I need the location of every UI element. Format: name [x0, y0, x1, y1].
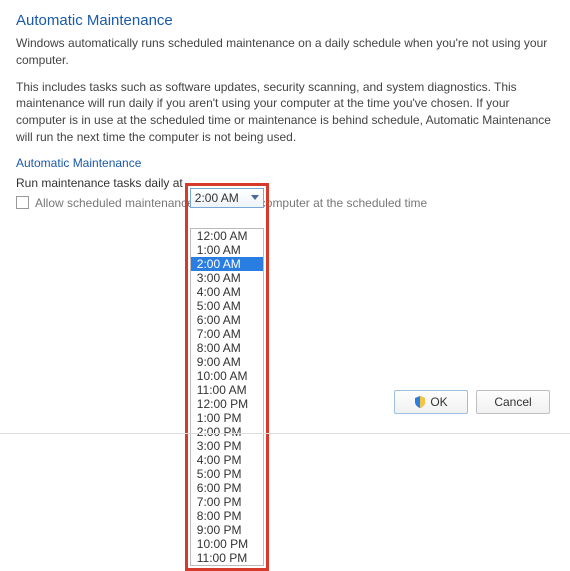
time-option[interactable]: 12:00 PM — [191, 397, 263, 411]
time-combobox-display[interactable]: 2:00 AM — [190, 188, 264, 208]
shield-icon — [414, 396, 426, 408]
time-option[interactable]: 2:00 PM — [191, 425, 263, 439]
wake-checkbox-row: Allow scheduled maintenance computer at … — [16, 196, 554, 210]
time-option[interactable]: 6:00 PM — [191, 481, 263, 495]
time-option[interactable]: 9:00 AM — [191, 355, 263, 369]
time-option[interactable]: 4:00 PM — [191, 453, 263, 467]
time-option[interactable]: 7:00 AM — [191, 327, 263, 341]
time-option[interactable]: 10:00 AM — [191, 369, 263, 383]
time-option[interactable]: 1:00 PM — [191, 411, 263, 425]
ok-button-label: OK — [430, 395, 447, 409]
cancel-button[interactable]: Cancel — [476, 390, 550, 414]
chevron-down-icon — [251, 195, 259, 201]
footer-separator — [0, 433, 570, 434]
button-bar: OK Cancel — [394, 390, 550, 414]
time-option[interactable]: 5:00 AM — [191, 299, 263, 313]
time-option[interactable]: 8:00 AM — [191, 341, 263, 355]
time-option[interactable]: 6:00 AM — [191, 313, 263, 327]
time-option[interactable]: 9:00 PM — [191, 523, 263, 537]
cancel-button-label: Cancel — [494, 395, 531, 409]
time-option[interactable]: 4:00 AM — [191, 285, 263, 299]
time-option[interactable]: 8:00 PM — [191, 509, 263, 523]
wake-checkbox-label-pre: Allow scheduled maintenance — [35, 196, 194, 210]
time-option[interactable]: 3:00 PM — [191, 439, 263, 453]
page-title: Automatic Maintenance — [16, 12, 554, 29]
time-option[interactable]: 11:00 AM — [191, 383, 263, 397]
time-option[interactable]: 11:00 PM — [191, 551, 263, 565]
intro-paragraph-1: Windows automatically runs scheduled mai… — [16, 35, 554, 69]
schedule-row: Run maintenance tasks daily at 2:00 AM 1… — [16, 176, 554, 190]
time-option[interactable]: 3:00 AM — [191, 271, 263, 285]
highlight-box: 2:00 AM 12:00 AM1:00 AM2:00 AM3:00 AM4:0… — [185, 183, 269, 571]
time-option[interactable]: 7:00 PM — [191, 495, 263, 509]
section-label: Automatic Maintenance — [16, 156, 554, 170]
ok-button[interactable]: OK — [394, 390, 468, 414]
time-dropdown-list[interactable]: 12:00 AM1:00 AM2:00 AM3:00 AM4:00 AM5:00… — [190, 228, 264, 566]
intro-paragraph-2: This includes tasks such as software upd… — [16, 79, 554, 146]
time-option[interactable]: 2:00 AM — [191, 257, 263, 271]
wake-checkbox-label-post: computer at the scheduled time — [260, 196, 427, 210]
time-combobox-value: 2:00 AM — [195, 191, 239, 205]
time-option[interactable]: 12:00 AM — [191, 229, 263, 243]
time-option[interactable]: 1:00 AM — [191, 243, 263, 257]
wake-checkbox[interactable] — [16, 196, 29, 209]
run-daily-label: Run maintenance tasks daily at — [16, 176, 183, 190]
time-option[interactable]: 10:00 PM — [191, 537, 263, 551]
time-option[interactable]: 5:00 PM — [191, 467, 263, 481]
